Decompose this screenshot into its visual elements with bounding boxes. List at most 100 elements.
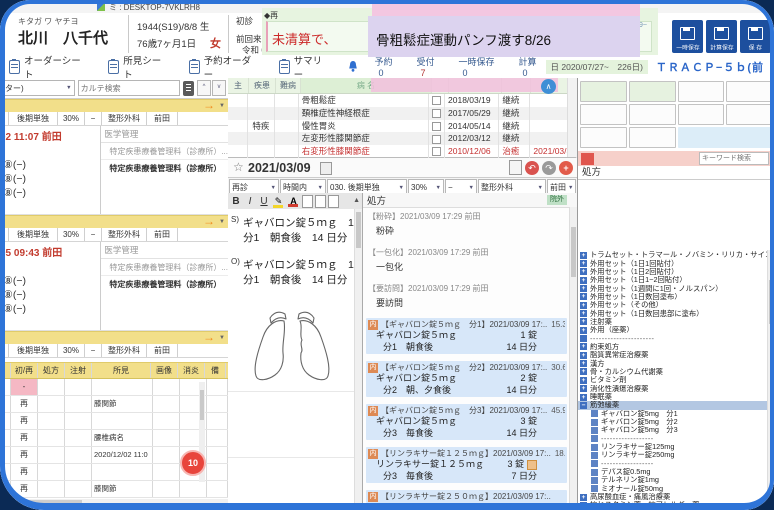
toolbar-button[interactable]: 所見シート [99,55,179,78]
disease-table-scrollbar[interactable] [567,78,577,157]
order-category-button[interactable] [580,81,627,102]
tree-item[interactable]: リンラキサー錠125mg [578,443,768,451]
tree-item[interactable]: + 消化性潰瘍治療薬 [578,385,768,393]
table-horizontal-scrollbar[interactable] [0,499,228,506]
tree-expand-icon[interactable] [591,419,598,426]
collapse-up-button[interactable]: ∧ [541,79,556,94]
karte-timestamp[interactable]: 05 09:43 前田 [0,244,62,259]
disease-row[interactable]: 骨粗鬆症 2018/03/19 継続 [228,94,577,107]
tree-item[interactable]: ---------------------- [578,334,768,342]
star-icon[interactable]: ☆ [233,160,244,174]
visit-table-row[interactable]: 再 腰椎病名 [0,430,228,447]
prescription-entry[interactable]: 内 【リンラキサー錠２５０ｍｇ】2021/03/09 17:.. [366,490,567,503]
tree-expand-icon[interactable]: + [580,302,587,309]
soap-text-area[interactable]: S) ギャバロン錠５ｍｇ 1錠 分1 朝食後 14 日分 O) ギャバロン錠５ｍ… [228,209,355,510]
order-tab[interactable] [629,153,642,165]
tree-expand-icon[interactable]: + [580,502,587,509]
tree-expand-icon[interactable] [591,477,598,484]
filter-select[interactable]: ター) ▼ [2,80,75,96]
forward-arrow-icon[interactable]: → [203,98,215,112]
karte-entry-header-bar[interactable]: → ▼ [0,331,228,344]
tree-expand-icon[interactable]: + [580,385,587,392]
tree-expand-icon[interactable]: + [580,377,587,384]
calendar-icon[interactable] [320,162,332,175]
management-fee-main[interactable]: 特定疾患療養管理料（診療所） [101,160,228,176]
calendar-date-badge[interactable]: 10 [180,450,206,476]
tree-expand-icon[interactable]: + [580,260,587,267]
disease-row[interactable]: 頚椎症性神経根症 2017/05/29 継続 [228,107,577,120]
tree-item[interactable]: + 脂質異常症治療薬 [578,351,768,359]
disease-checkbox[interactable] [432,135,441,144]
count-item[interactable]: 一時保存0 [459,55,504,78]
tree-expand-icon[interactable] [591,427,598,434]
tree-expand-icon[interactable] [591,435,598,442]
prescription-entry[interactable]: 内 【ギャバロン錠５ｍｇ 分3】2021/03/09 17:.. 45.9円 ギ… [366,404,567,440]
order-tab[interactable] [581,153,594,165]
order-category-button[interactable] [678,104,725,125]
order-category-button[interactable] [629,81,676,102]
tree-expand-icon[interactable]: + [580,310,587,317]
scroll-up-arrow-icon[interactable]: ▲ [353,197,360,204]
add-entry-button[interactable]: + [559,161,573,175]
tree-expand-icon[interactable] [591,452,598,459]
prescription-entry[interactable]: 内 【リンラキサー錠１２５ｍｇ】2021/03/09 17:.. 18.9円 リ… [366,447,567,483]
tree-expand-icon[interactable]: − [580,402,587,409]
tree-item[interactable]: ギャバロン錠5mg 分2 [578,418,768,426]
tree-expand-icon[interactable] [591,410,598,417]
keyword-search-input[interactable] [699,152,769,165]
tree-expand-icon[interactable] [591,485,598,492]
tree-item[interactable]: + トラムセット・トラマール・ノバミン・リリカ・サインバルタ・タリージェ [578,251,768,259]
redo-button[interactable]: ↷ [542,161,556,175]
prescription-entry[interactable]: 【要訪問】2021/03/09 17:29 前田 要訪問 [366,282,567,311]
karte-timestamp[interactable]: 02 11:07 前田 [0,128,62,143]
order-category-button[interactable] [726,104,773,125]
prescription-entry[interactable]: 内 【ギャバロン錠５ｍｇ 分2】2021/03/09 17:.. 30.6円 ギ… [366,361,567,397]
tree-item[interactable]: + 約束処方 [578,343,768,351]
undo-button[interactable]: ↶ [525,161,539,175]
tree-expand-icon[interactable]: + [580,352,587,359]
order-category-button[interactable] [678,127,774,148]
tree-expand-icon[interactable]: + [580,394,587,401]
disease-checkbox[interactable] [432,122,441,131]
visit-table-row[interactable]: 再 膝関節 [0,396,228,413]
disease-checkbox[interactable] [432,96,441,105]
document-history-icon[interactable] [509,160,522,175]
visit-table-row[interactable]: 再 膝関節 [0,481,228,498]
tree-item[interactable]: + 外用（座薬） [578,326,768,334]
prescription-scrollbar[interactable] [569,207,577,510]
prescription-entry[interactable]: 内 【ギャバロン錠５ｍｇ 分1】2021/03/09 17:.. 15.3円 ギ… [366,318,567,354]
count-item[interactable]: 計算0 [519,55,546,78]
visit-table-row[interactable]: - [0,379,228,396]
order-category-button[interactable] [629,127,676,148]
save-button[interactable]: 保 存 [740,20,771,53]
tree-item[interactable]: + 抗ヒスタミン薬・抗アレルギー薬 [578,501,768,509]
order-category-button[interactable] [678,81,725,102]
disease-checkbox[interactable] [432,109,441,118]
management-fee-main[interactable]: 特定疾患療養管理料（診療所） [101,276,228,292]
forward-arrow-icon[interactable]: → [203,214,215,228]
karte-list-icon-button[interactable] [183,81,194,96]
tree-expand-icon[interactable]: + [580,494,587,501]
tree-expand-icon[interactable]: + [580,293,587,300]
order-category-button[interactable] [580,104,627,125]
order-tab[interactable] [597,153,610,165]
disease-checkbox[interactable] [432,147,441,156]
tree-item[interactable]: ------------------ [578,435,768,443]
toolbar-button[interactable]: サマリー [270,55,341,78]
save-button[interactable]: 計算保存 [706,20,737,53]
sidebar-scrollbar[interactable] [767,250,774,510]
bold-button[interactable]: B [230,196,242,207]
prescription-entry[interactable]: 【一包化】2021/03/09 17:29 前田 一包化 [366,246,567,275]
tree-expand-icon[interactable] [591,469,598,476]
order-tab[interactable] [661,153,674,165]
order-tab[interactable] [613,153,626,165]
tree-item[interactable]: + 注射薬 [578,318,768,326]
prescription-entry[interactable]: 【粉砕】2021/03/09 17:29 前田 粉砕 [366,210,567,239]
italic-button[interactable]: I [244,196,256,207]
tree-expand-icon[interactable]: + [580,285,587,292]
tree-expand-icon[interactable]: + [580,268,587,275]
save-button[interactable]: 一時保存 [672,20,703,53]
tree-item[interactable]: + 外用セット（1日数回塗布） [578,293,768,301]
disease-row[interactable]: 特疾 慢性胃炎 2014/05/14 継続 [228,120,577,133]
font-color-button[interactable]: A [287,196,300,206]
